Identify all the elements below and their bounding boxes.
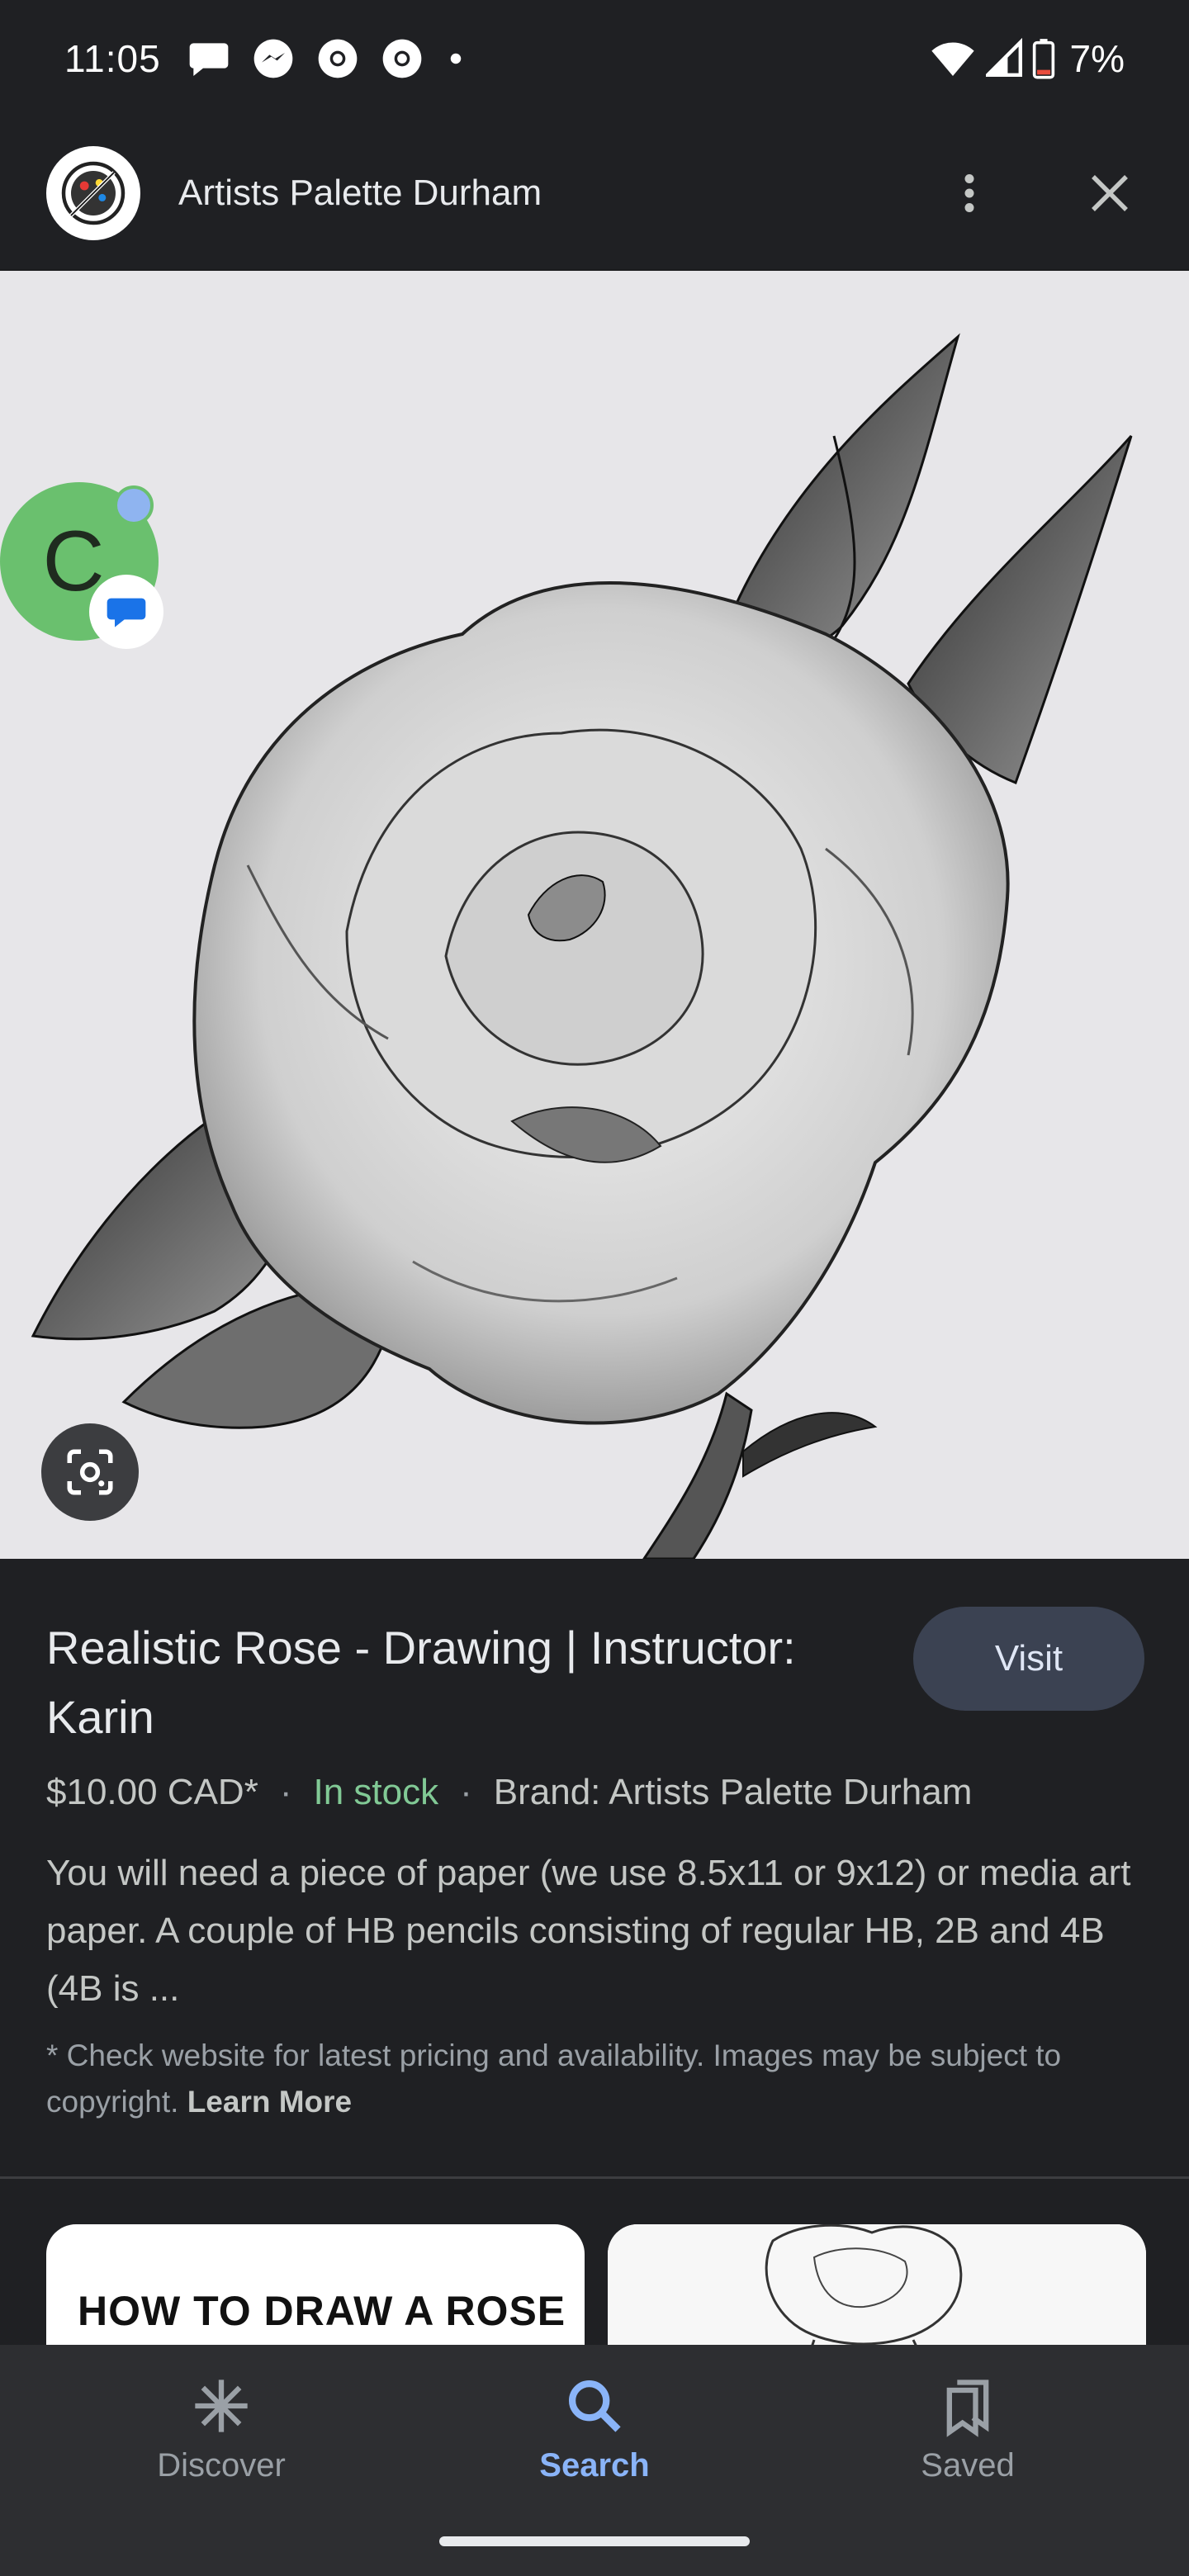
product-meta: $10.00 CAD* · In stock · Brand: Artists …: [46, 1772, 972, 1813]
close-icon[interactable]: [1085, 168, 1135, 218]
battery-icon: [1032, 39, 1054, 79]
chrome-notification-icon: [382, 39, 422, 78]
separator: ·: [460, 1772, 472, 1812]
bottom-navigation: Discover Search Saved: [0, 2345, 1189, 2576]
chrome-notification-icon: [318, 39, 358, 78]
product-image[interactable]: [0, 271, 1189, 1559]
result-header: Artists Palette Durham: [0, 117, 1189, 271]
system-status: 7%: [930, 36, 1125, 81]
discover-asterisk-icon: [195, 2379, 248, 2432]
more-options-icon[interactable]: [945, 168, 994, 218]
related-card[interactable]: [608, 2224, 1146, 2345]
site-name: Artists Palette Durham: [178, 173, 542, 213]
nav-discover-label: Discover: [157, 2447, 286, 2484]
messages-icon: [107, 598, 146, 627]
visit-button[interactable]: Visit: [913, 1607, 1144, 1711]
product-brand: Brand: Artists Palette Durham: [493, 1772, 973, 1812]
more-notifications-dot-icon: [450, 53, 461, 64]
saved-collections-icon: [946, 2379, 989, 2437]
search-icon: [568, 2379, 621, 2432]
rose-drawing-image: [0, 271, 1189, 1559]
wifi-icon: [931, 42, 974, 76]
nav-search-label: Search: [539, 2447, 650, 2484]
section-divider: [0, 2176, 1189, 2179]
related-results: HOW TO DRAW A ROSE: [0, 2224, 1189, 2345]
availability-status: In stock: [313, 1772, 439, 1812]
messenger-notification-icon: [253, 39, 293, 78]
messages-app-badge: [89, 575, 163, 649]
product-title[interactable]: Realistic Rose - Drawing | Instructor: K…: [46, 1613, 839, 1752]
rose-sketch-thumbnail: [608, 2224, 1146, 2345]
home-gesture-bar[interactable]: [439, 2536, 750, 2546]
learn-more-link[interactable]: Learn More: [187, 2085, 352, 2119]
palette-logo-icon: [61, 161, 126, 225]
site-logo[interactable]: [46, 146, 140, 240]
google-lens-button[interactable]: [41, 1423, 139, 1521]
signal-icon: [985, 38, 1022, 77]
battery-percentage: 7%: [1069, 37, 1125, 80]
nav-saved-label: Saved: [921, 2447, 1015, 2484]
nav-discover[interactable]: Discover: [97, 2375, 345, 2507]
related-card[interactable]: HOW TO DRAW A ROSE: [46, 2224, 585, 2345]
product-details: Realistic Rose - Drawing | Instructor: K…: [0, 1559, 1189, 2178]
product-description: You will need a piece of paper (we use 8…: [46, 1853, 1131, 2009]
notification-icons: [186, 36, 468, 82]
status-bar: 11:05 7%: [0, 0, 1189, 117]
status-time: 11:05: [64, 37, 161, 80]
chat-head-status-dot: [114, 485, 154, 525]
separator: ·: [279, 1772, 292, 1812]
related-card-title: HOW TO DRAW A ROSE: [78, 2288, 566, 2334]
nav-search[interactable]: Search: [471, 2375, 718, 2507]
product-price: $10.00 CAD*: [46, 1772, 258, 1812]
nav-saved[interactable]: Saved: [844, 2375, 1092, 2507]
lens-icon: [67, 1449, 113, 1495]
chat-notification-icon: [189, 43, 229, 76]
pricing-disclaimer: * Check website for latest pricing and a…: [46, 2033, 1153, 2125]
